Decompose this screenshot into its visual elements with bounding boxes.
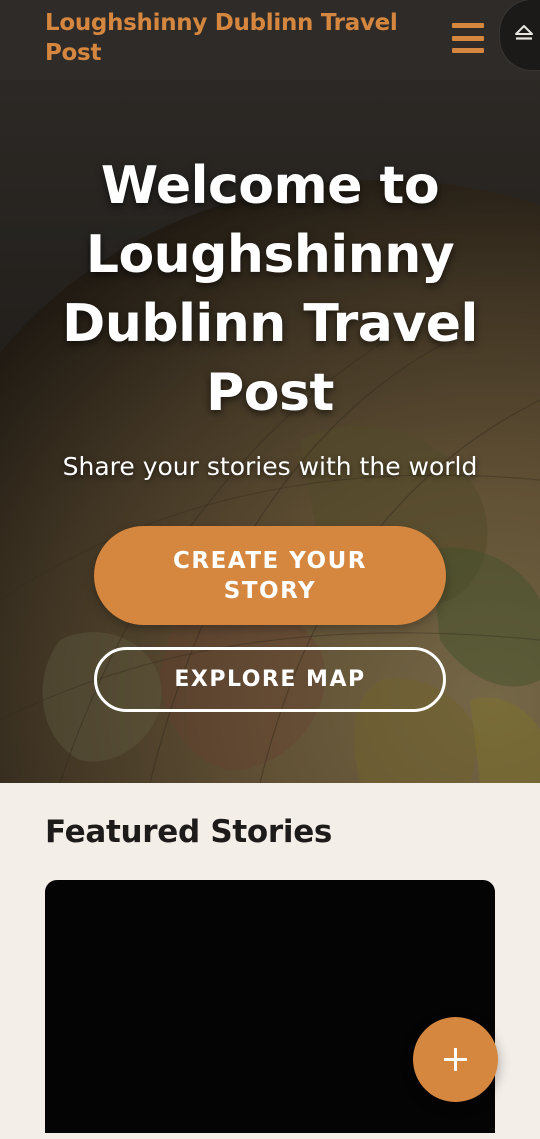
hamburger-bar (452, 48, 484, 53)
plus-icon (444, 1048, 467, 1071)
eject-button[interactable] (500, 0, 540, 70)
hamburger-bar (452, 23, 484, 28)
hamburger-menu-icon[interactable] (452, 23, 484, 53)
add-story-fab[interactable] (413, 1017, 498, 1102)
featured-stories-heading: Featured Stories (45, 814, 333, 850)
hero-subheading: Share your stories with the world (62, 452, 478, 481)
top-header: Loughshinny Dublinn Travel Post (0, 0, 540, 80)
hamburger-bar (452, 35, 484, 41)
hero-section: Welcome to Loughshinny Dublinn Travel Po… (0, 80, 540, 783)
hero-heading: Welcome to Loughshinny Dublinn Travel Po… (62, 156, 478, 423)
featured-story-card[interactable] (45, 880, 495, 1133)
site-title[interactable]: Loughshinny Dublinn Travel Post (45, 8, 425, 68)
create-story-button[interactable]: CREATE YOUR STORY (94, 526, 446, 625)
eject-icon (515, 25, 533, 40)
explore-map-button[interactable]: EXPLORE MAP (94, 647, 446, 712)
